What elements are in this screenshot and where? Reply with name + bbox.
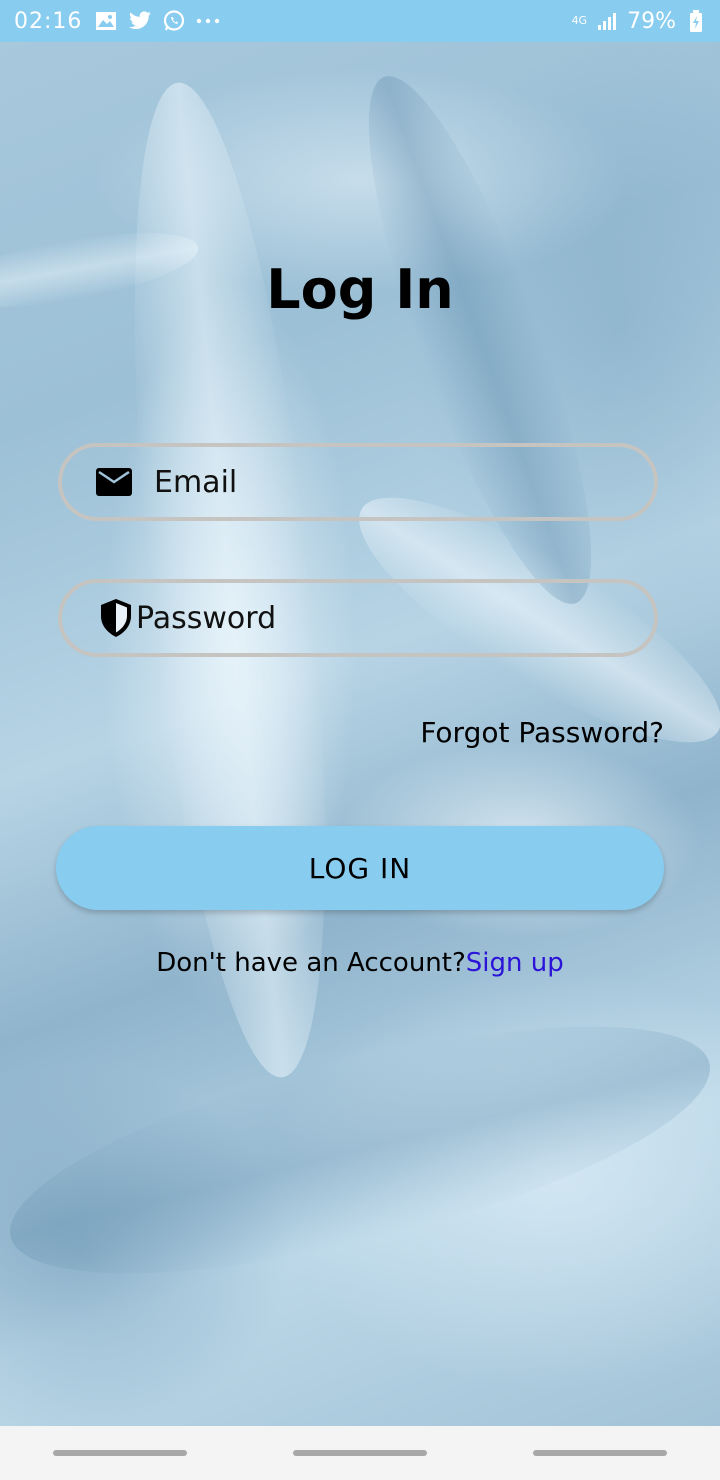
shield-icon bbox=[96, 598, 136, 638]
battery-percent: 79% bbox=[627, 8, 676, 34]
signal-icon bbox=[595, 9, 619, 33]
email-field[interactable] bbox=[58, 443, 658, 521]
navigation-bar bbox=[0, 1426, 720, 1480]
twitter-icon bbox=[128, 9, 152, 33]
page-title: Log In bbox=[266, 258, 454, 321]
background-fold bbox=[0, 975, 720, 1325]
login-button[interactable]: LOG IN bbox=[56, 826, 664, 910]
status-bar: 02:16 4G 79% bbox=[0, 0, 720, 42]
login-screen: 02:16 4G 79% Log In Email Forgot Passwor… bbox=[0, 0, 720, 1480]
image-icon bbox=[94, 9, 118, 33]
more-dots-icon bbox=[196, 9, 220, 33]
mail-icon bbox=[94, 462, 134, 502]
no-account-text: Don't have an Account? bbox=[156, 948, 466, 978]
forgot-password-link[interactable]: Forgot Password? bbox=[420, 716, 664, 749]
nav-recents-button[interactable] bbox=[53, 1450, 187, 1456]
password-input[interactable] bbox=[136, 593, 576, 643]
network-type: 4G bbox=[571, 14, 588, 27]
nav-back-button[interactable] bbox=[533, 1450, 667, 1456]
signup-link[interactable]: Sign up bbox=[466, 948, 564, 978]
status-time: 02:16 bbox=[14, 8, 83, 34]
battery-charging-icon bbox=[684, 9, 708, 33]
whatsapp-icon bbox=[162, 9, 186, 33]
email-input[interactable] bbox=[154, 457, 594, 507]
notification-icons bbox=[94, 9, 220, 33]
password-field[interactable] bbox=[58, 579, 658, 657]
system-icons: 4G 79% bbox=[572, 9, 708, 34]
background-fold bbox=[327, 56, 633, 624]
signup-prompt: Don't have an Account?Sign up bbox=[0, 948, 720, 978]
nav-home-button[interactable] bbox=[293, 1450, 427, 1456]
